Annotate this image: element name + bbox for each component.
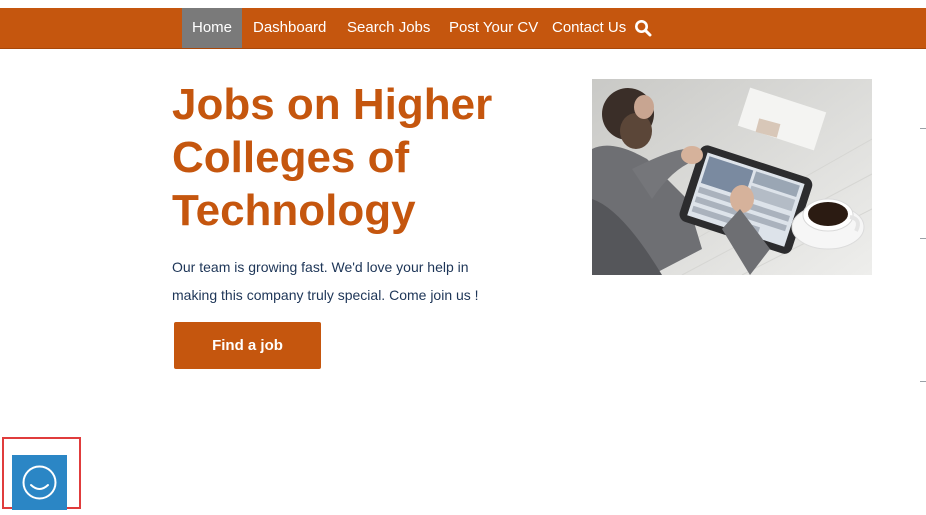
nav-post-your-cv[interactable]: Post Your CV [449,8,538,48]
nav-contact-us[interactable]: Contact Us [552,8,626,48]
man-with-tablet-image [592,79,872,275]
edge-marker [920,381,926,382]
hero-title-line: Technology [172,186,416,235]
search-icon[interactable] [634,19,652,37]
find-a-job-button[interactable]: Find a job [174,322,321,369]
chat-widget-button[interactable] [12,455,67,510]
hero-subtitle: Our team is growing fast. We'd love your… [172,253,512,309]
nav-search-jobs[interactable]: Search Jobs [347,8,430,48]
edge-marker [920,128,926,129]
hero-subtitle-line: making this company truly special. Come … [172,287,479,303]
hero-title-line: Jobs on Higher [172,80,493,129]
top-navbar: Home Dashboard Search Jobs Post Your CV … [0,8,926,49]
nav-dashboard[interactable]: Dashboard [253,8,326,48]
hero-subtitle-line: Our team is growing fast. We'd love your… [172,259,469,275]
nav-home[interactable]: Home [182,8,242,48]
edge-marker [920,238,926,239]
smiley-chat-icon [22,465,57,500]
hero-title-line: Colleges of [172,133,410,182]
hero-title: Jobs on Higher Colleges of Technology [172,78,532,237]
hero-image [592,79,872,275]
